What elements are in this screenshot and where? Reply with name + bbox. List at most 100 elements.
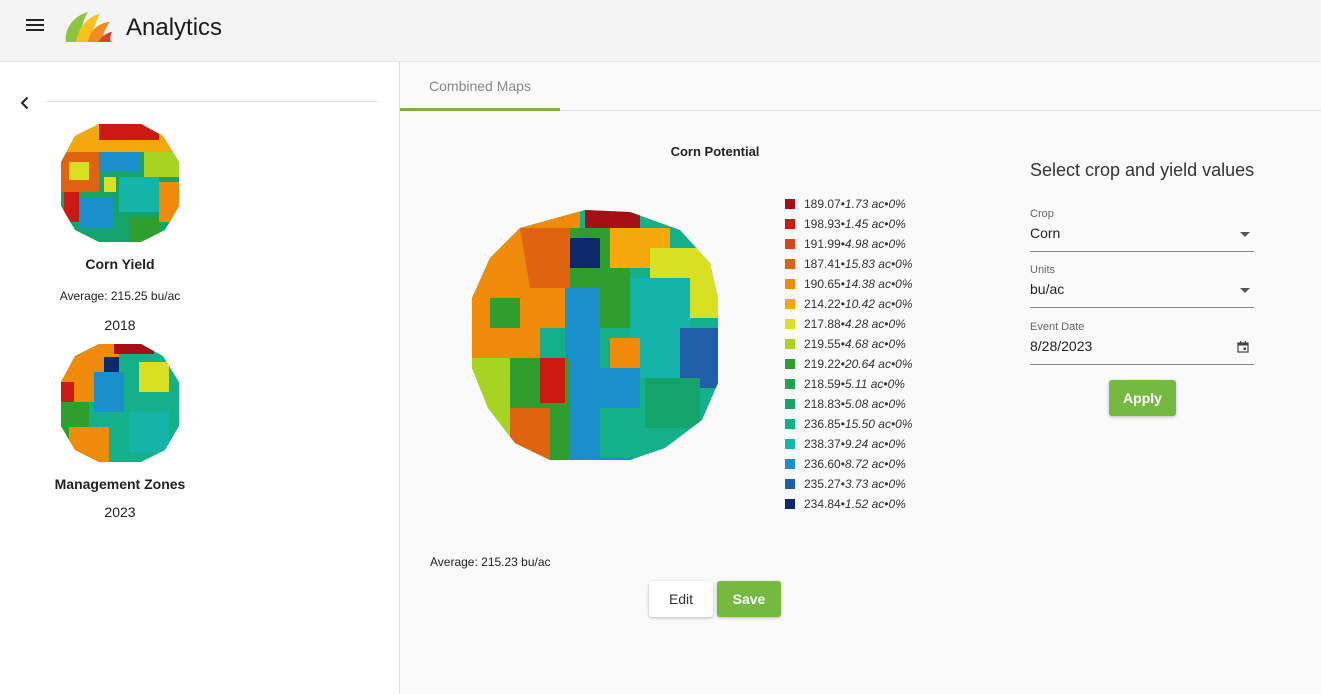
legend-value: 191.99 bbox=[804, 237, 841, 251]
legend-area: 9.24 ac bbox=[844, 437, 885, 451]
units-value[interactable]: bu/ac bbox=[1030, 281, 1064, 297]
legend-area: 1.73 ac bbox=[844, 197, 885, 211]
legend-percent: 0% bbox=[895, 357, 913, 371]
legend-value: 198.93 bbox=[804, 217, 841, 231]
legend-item: 190.65 • 14.38 ac • 0% bbox=[785, 274, 913, 294]
card-title: Management Zones bbox=[54, 476, 186, 492]
app-header: Analytics bbox=[0, 0, 1321, 62]
legend-area: 1.45 ac bbox=[844, 217, 885, 231]
legend-item: 189.07 • 1.73 ac • 0% bbox=[785, 194, 913, 214]
legend-area: 5.11 ac bbox=[844, 377, 884, 391]
corn-potential-map[interactable] bbox=[470, 208, 720, 463]
legend-area: 8.72 ac bbox=[844, 457, 885, 471]
legend-percent: 0% bbox=[888, 497, 906, 511]
legend-swatch bbox=[785, 419, 795, 429]
legend-percent: 0% bbox=[888, 217, 906, 231]
legend-area: 5.08 ac bbox=[844, 397, 885, 411]
legend-swatch bbox=[785, 279, 795, 289]
legend-value: 238.37 bbox=[804, 437, 841, 451]
legend-item: 219.55 • 4.68 ac • 0% bbox=[785, 334, 913, 354]
map-card-management-zones[interactable]: Management Zones 2023 bbox=[40, 342, 200, 520]
legend-value: 236.60 bbox=[804, 457, 841, 471]
crop-value[interactable]: Corn bbox=[1030, 225, 1060, 241]
legend-item: 236.60 • 8.72 ac • 0% bbox=[785, 454, 913, 474]
legend-area: 4.68 ac bbox=[844, 337, 885, 351]
event-date-value[interactable]: 8/28/2023 bbox=[1030, 338, 1092, 354]
legend-swatch bbox=[785, 399, 795, 409]
legend-value: 235.27 bbox=[804, 477, 841, 491]
legend-area: 1.52 ac bbox=[844, 497, 885, 511]
legend-percent: 0% bbox=[895, 297, 913, 311]
legend-swatch bbox=[785, 239, 795, 249]
apply-button[interactable]: Apply bbox=[1109, 380, 1176, 416]
legend-value: 190.65 bbox=[804, 277, 841, 291]
legend-area: 15.83 ac bbox=[844, 257, 891, 271]
legend-area: 3.73 ac bbox=[844, 477, 885, 491]
legend-item: 214.22 • 10.42 ac • 0% bbox=[785, 294, 913, 314]
map-card-corn-yield[interactable]: Corn Yield Average: 215.25 bu/ac 2018 bbox=[40, 122, 200, 333]
legend-item: 191.99 • 4.98 ac • 0% bbox=[785, 234, 913, 254]
corn-yield-thumbnail[interactable] bbox=[59, 122, 181, 244]
legend-area: 20.64 ac bbox=[844, 357, 891, 371]
legend-item: 218.59 • 5.11 ac • 0% bbox=[785, 374, 913, 394]
event-date-label: Event Date bbox=[1030, 321, 1085, 333]
legend-value: 217.88 bbox=[804, 317, 841, 331]
menu-icon[interactable] bbox=[24, 14, 48, 38]
edit-button[interactable]: Edit bbox=[649, 581, 713, 617]
legend-percent: 0% bbox=[895, 257, 913, 271]
legend-area: 14.38 ac bbox=[844, 277, 891, 291]
legend-area: 15.50 ac bbox=[844, 417, 891, 431]
legend-percent: 0% bbox=[888, 197, 906, 211]
chevron-left-icon[interactable] bbox=[16, 94, 34, 112]
legend-value: 236.85 bbox=[804, 417, 841, 431]
tab-combined-maps[interactable]: Combined Maps bbox=[400, 62, 560, 111]
legend-value: 187.41 bbox=[804, 257, 841, 271]
legend-swatch bbox=[785, 259, 795, 269]
legend-swatch bbox=[785, 299, 795, 309]
legend-value: 219.22 bbox=[804, 357, 841, 371]
legend-item: 187.41 • 15.83 ac • 0% bbox=[785, 254, 913, 274]
units-select[interactable]: Units bu/ac bbox=[1030, 264, 1254, 308]
legend-percent: 0% bbox=[888, 337, 906, 351]
chevron-down-icon[interactable] bbox=[1240, 288, 1250, 293]
legend-item: 235.27 • 3.73 ac • 0% bbox=[785, 474, 913, 494]
legend-percent: 0% bbox=[887, 377, 905, 391]
legend-value: 219.55 bbox=[804, 337, 841, 351]
legend-percent: 0% bbox=[888, 317, 906, 331]
card-title: Corn Yield bbox=[85, 256, 155, 272]
legend-item: 238.37 • 9.24 ac • 0% bbox=[785, 434, 913, 454]
legend-percent: 0% bbox=[888, 237, 906, 251]
management-zones-thumbnail[interactable] bbox=[59, 342, 181, 464]
map-average: Average: 215.23 bu/ac bbox=[430, 555, 551, 569]
legend-percent: 0% bbox=[888, 457, 906, 471]
card-average: Average: 215.25 bu/ac bbox=[59, 289, 181, 303]
legend-item: 198.93 • 1.45 ac • 0% bbox=[785, 214, 913, 234]
save-button[interactable]: Save bbox=[717, 581, 781, 617]
legend-swatch bbox=[785, 439, 795, 449]
legend-percent: 0% bbox=[888, 477, 906, 491]
chevron-down-icon[interactable] bbox=[1240, 232, 1250, 237]
legend-swatch bbox=[785, 479, 795, 489]
legend-swatch bbox=[785, 459, 795, 469]
divider bbox=[45, 101, 379, 102]
tab-bar: Combined Maps bbox=[400, 62, 1321, 111]
sidebar: Corn Yield Average: 215.25 bu/ac 2018 Ma… bbox=[0, 62, 400, 694]
crop-select[interactable]: Crop Corn bbox=[1030, 208, 1254, 252]
app-title: Analytics bbox=[126, 14, 223, 41]
legend-swatch bbox=[785, 499, 795, 509]
form-title: Select crop and yield values bbox=[1030, 160, 1255, 180]
legend-swatch bbox=[785, 379, 795, 389]
card-year: 2018 bbox=[104, 317, 136, 333]
legend-swatch bbox=[785, 219, 795, 229]
legend-item: 219.22 • 20.64 ac • 0% bbox=[785, 354, 913, 374]
event-date-field[interactable]: Event Date 8/28/2023 bbox=[1030, 321, 1254, 365]
legend-value: 218.83 bbox=[804, 397, 841, 411]
legend-item: 236.85 • 15.50 ac • 0% bbox=[785, 414, 913, 434]
legend-value: 189.07 bbox=[804, 197, 841, 211]
calendar-icon[interactable] bbox=[1237, 341, 1249, 353]
app-logo bbox=[65, 12, 112, 42]
legend-area: 4.98 ac bbox=[844, 237, 885, 251]
legend-swatch bbox=[785, 199, 795, 209]
legend-value: 214.22 bbox=[804, 297, 841, 311]
map-title: Corn Potential bbox=[670, 144, 760, 159]
